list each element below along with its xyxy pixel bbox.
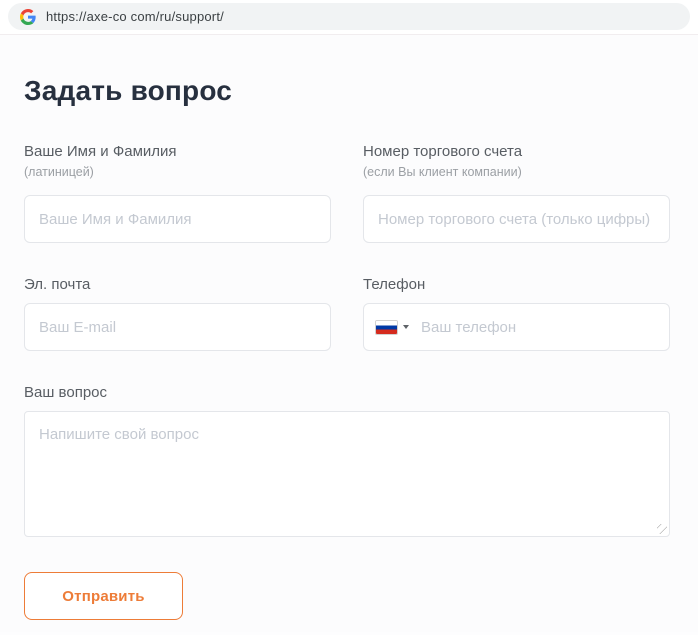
form-row-2: Эл. почта Телефон (24, 275, 670, 351)
fullname-sublabel: (латиницей) (24, 165, 94, 179)
resize-handle-icon[interactable] (657, 524, 667, 534)
question-textarea[interactable] (24, 411, 670, 537)
phone-label: Телефон (363, 276, 426, 293)
page-title: Задать вопрос (24, 75, 233, 106)
google-g-icon (20, 8, 36, 25)
phone-input[interactable] (363, 303, 670, 351)
submit-button[interactable]: Отправить (24, 572, 183, 620)
field-email: Эл. почта (24, 275, 331, 351)
address-url: https://axe-co com/ru/support/ (46, 9, 224, 24)
field-question: Ваш вопрос (24, 383, 670, 537)
question-label: Ваш вопрос (24, 384, 107, 401)
email-label: Эл. почта (24, 276, 91, 293)
form-row-1: Ваше Имя и Фамилия (латиницей) Номер тор… (24, 142, 670, 243)
field-phone: Телефон (363, 275, 670, 351)
field-account-number: Номер торгового счета (если Вы клиент ко… (363, 142, 670, 243)
fullname-label: Ваше Имя и Фамилия (24, 143, 177, 160)
account-number-label: Номер торгового счета (363, 143, 523, 160)
screen: https://axe-co com/ru/support/ Задать во… (0, 0, 698, 632)
phone-input-group (363, 303, 670, 351)
browser-toolbar: https://axe-co com/ru/support/ (0, 0, 698, 35)
account-number-input[interactable] (363, 195, 670, 243)
chevron-down-icon (403, 325, 409, 329)
fullname-input[interactable] (24, 195, 331, 243)
country-code-select[interactable] (376, 303, 409, 351)
email-input[interactable] (24, 303, 331, 351)
account-number-sublabel: (если Вы клиент компании) (363, 165, 522, 179)
ru-flag-icon (376, 320, 397, 334)
address-bar[interactable]: https://axe-co com/ru/support/ (8, 3, 690, 30)
field-fullname: Ваше Имя и Фамилия (латиницей) (24, 142, 331, 243)
question-textarea-wrap (24, 411, 670, 537)
support-form-page: Задать вопрос Ваше Имя и Фамилия (латини… (0, 75, 698, 635)
